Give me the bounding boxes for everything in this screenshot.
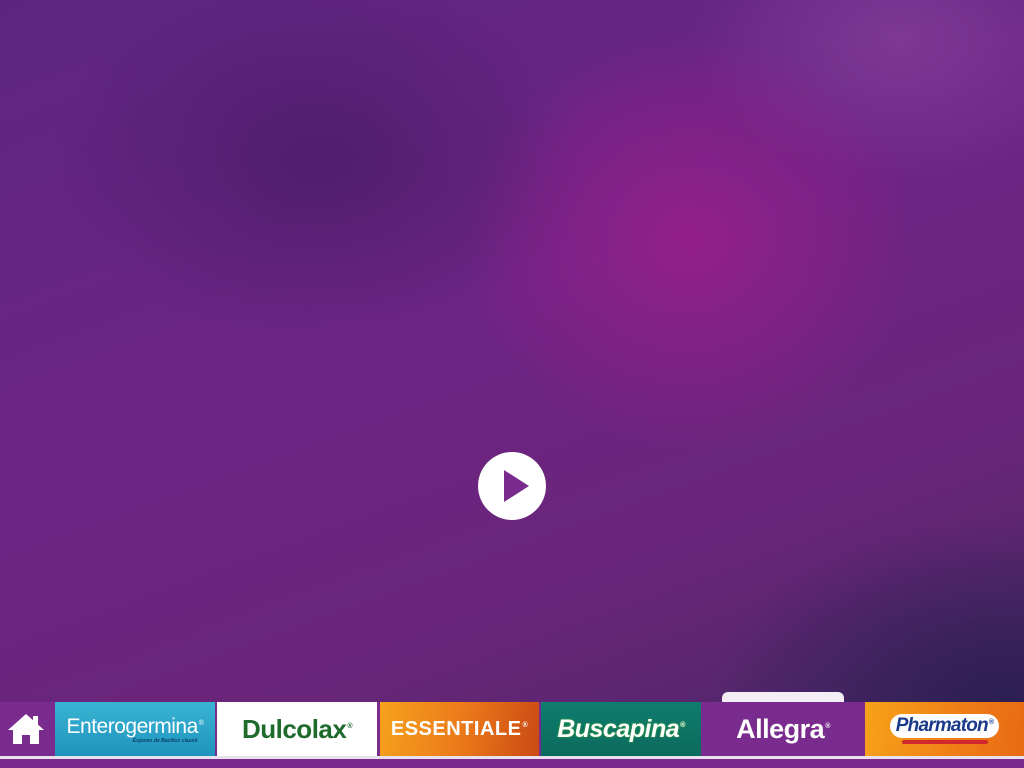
brand-logo-enterogermina: Enterogermina®: [66, 714, 204, 738]
home-button[interactable]: [0, 702, 52, 756]
brand-tab-dulcolax[interactable]: Dulcolax®: [217, 702, 377, 756]
brand-logo-essentiale: ESSENTIALE®: [390, 717, 529, 740]
brand-tab-essentiale[interactable]: ESSENTIALE®: [380, 702, 539, 756]
brand-tab-allegra[interactable]: Allegra®: [703, 702, 863, 756]
video-stage: [0, 0, 1024, 702]
brand-tagline-enterogermina: Esporas de Bacillus clausii: [132, 737, 198, 744]
brand-logo-buscapina: Buscapina®: [557, 714, 685, 743]
play-icon: [504, 470, 529, 502]
brand-logo-allegra: Allegra®: [736, 713, 830, 744]
brand-tab-pharmaton[interactable]: Pharmaton®: [865, 702, 1024, 756]
brand-tab-enterogermina[interactable]: Enterogermina® Esporas de Bacillus claus…: [55, 702, 215, 756]
brand-logo-pharmaton: Pharmaton®: [889, 714, 1000, 738]
brand-logo-dulcolax: Dulcolax®: [241, 713, 353, 744]
play-button[interactable]: [478, 452, 546, 520]
bottom-strip: [0, 759, 1024, 768]
brand-tab-buscapina[interactable]: Buscapina®: [541, 702, 701, 756]
pharmaton-swoosh: [901, 740, 988, 744]
home-icon: [8, 714, 44, 744]
